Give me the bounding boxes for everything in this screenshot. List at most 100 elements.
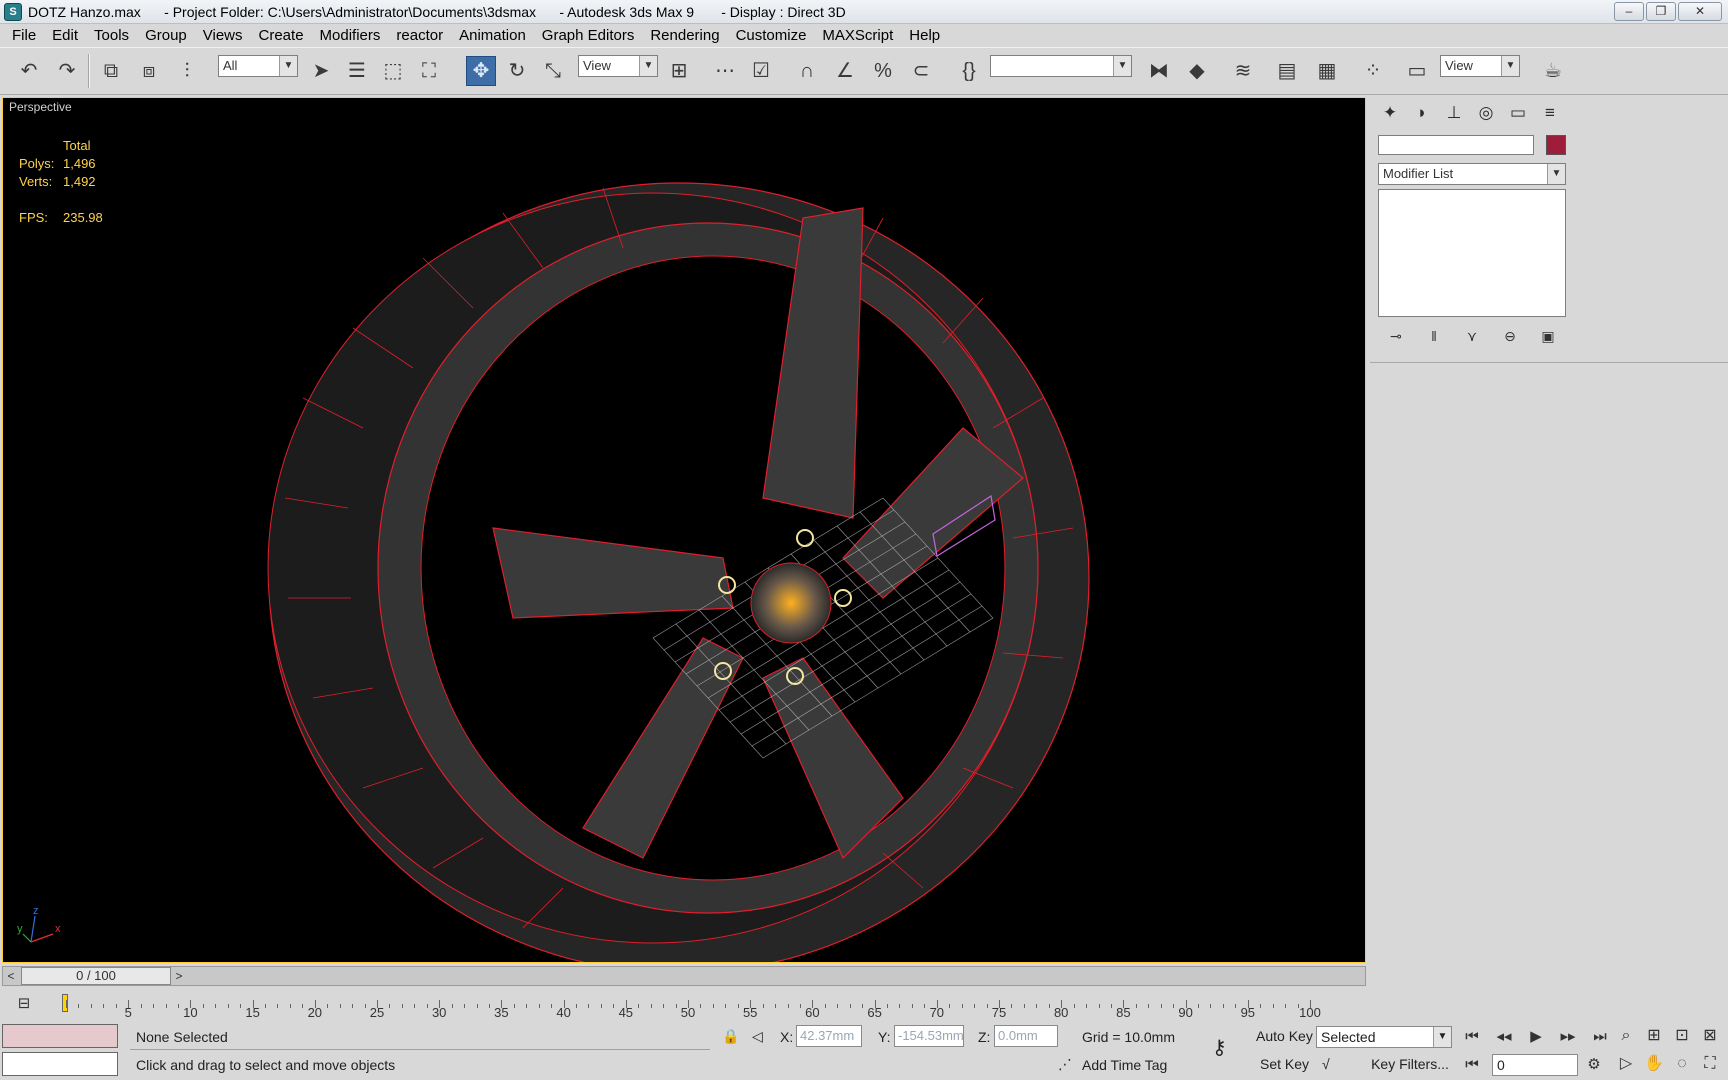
curve-editor-icon[interactable]: ▤ [1272, 56, 1302, 86]
material-editor-icon[interactable]: ⁘ [1358, 56, 1388, 86]
motion-tab-icon[interactable]: ◎ [1472, 101, 1500, 127]
utilities-tab-icon[interactable]: ≡ [1536, 101, 1564, 127]
menu-views[interactable]: Views [195, 24, 251, 47]
time-slider-next[interactable]: > [171, 967, 187, 985]
configure-modifier-sets-icon[interactable]: ▣ [1536, 325, 1560, 347]
y-coord-input[interactable]: -154.53mm [894, 1025, 964, 1047]
zoom-extents-all-icon[interactable]: ⊠ [1698, 1024, 1722, 1048]
close-button[interactable]: ✕ [1678, 2, 1722, 21]
time-slider-prev[interactable]: < [3, 967, 19, 985]
redo-icon[interactable]: ↷ [52, 56, 82, 86]
time-slider-thumb[interactable]: 0 / 100 [21, 967, 171, 985]
selection-filter-dropdown[interactable]: All ▼ [218, 55, 298, 77]
go-to-start-icon[interactable]: ⏮ [1460, 1026, 1484, 1048]
z-coord-input[interactable]: 0.0mm [994, 1025, 1058, 1047]
object-color-swatch[interactable] [1546, 135, 1566, 155]
frame-ruler[interactable]: 5 10 15 20 25 30 35 40 45 50 55 60 65 70 75 80 85 90 95 100 [66, 988, 1321, 1022]
spinner-snap-icon[interactable]: ⋯ [710, 56, 740, 86]
modifier-stack[interactable] [1378, 189, 1566, 317]
x-coord-input[interactable]: 42.37mm [796, 1025, 862, 1047]
set-key-button[interactable]: Set Key [1256, 1052, 1309, 1076]
perspective-viewport[interactable]: x z y Perspective Total Polys: 1,496 Vert… [2, 97, 1366, 963]
window-crossing-icon[interactable]: ⛶ [414, 56, 444, 86]
play-icon[interactable]: ▶ [1524, 1026, 1548, 1048]
angle-snap-icon[interactable]: ∠ [830, 56, 860, 86]
schematic-view-icon[interactable]: ▦ [1312, 56, 1342, 86]
menu-customize[interactable]: Customize [728, 24, 815, 47]
menu-file[interactable]: File [4, 24, 44, 47]
select-and-move-icon[interactable]: ✥ [466, 56, 496, 86]
menu-tools[interactable]: Tools [86, 24, 137, 47]
zoom-extents-icon[interactable]: ⊡ [1670, 1024, 1694, 1048]
rectangular-selection-icon[interactable]: ⬚ [378, 56, 408, 86]
align-icon[interactable]: ◆ [1182, 56, 1212, 86]
bind-space-warp-icon[interactable]: ⫶ [172, 56, 202, 86]
modifier-list-dropdown[interactable]: Modifier List ▼ [1378, 163, 1566, 185]
create-tab-icon[interactable]: ✦ [1376, 101, 1404, 127]
spinner-snap-toggle-icon[interactable]: ⊂ [906, 56, 936, 86]
select-by-name-icon[interactable]: ☰ [342, 56, 372, 86]
quick-render-icon[interactable]: ☕ [1538, 56, 1568, 86]
zoom-all-icon[interactable]: ⊞ [1642, 1024, 1666, 1048]
show-end-result-icon[interactable]: ‖ [1422, 325, 1446, 347]
absolute-mode-icon[interactable]: ◁ [748, 1024, 763, 1048]
time-slider[interactable]: < 0 / 100 > [2, 966, 1366, 986]
remove-modifier-icon[interactable]: ⊖ [1498, 325, 1522, 347]
minimize-button[interactable]: – [1614, 2, 1644, 21]
field-of-view-icon[interactable]: ▷ [1614, 1052, 1638, 1076]
make-unique-icon[interactable]: ⋎ [1460, 325, 1484, 347]
named-selection-dropdown[interactable]: ▼ [990, 55, 1132, 77]
layer-manager-icon[interactable]: ≋ [1228, 56, 1258, 86]
arc-rotate-icon[interactable]: ◌ [1670, 1052, 1694, 1076]
lock-selection-icon[interactable]: 🔒 [718, 1024, 739, 1048]
undo-icon[interactable]: ↶ [14, 56, 44, 86]
maximize-viewport-icon[interactable]: ⛶ [1698, 1052, 1722, 1076]
key-mode-dropdown[interactable]: Selected ▼ [1316, 1026, 1452, 1048]
zoom-icon[interactable]: ⌕ [1614, 1024, 1638, 1048]
restore-button[interactable]: ❐ [1646, 2, 1676, 21]
keyboard-shortcut-override-icon[interactable]: ☑ [746, 56, 776, 86]
app-icon[interactable]: S [4, 2, 22, 21]
default-tangent-icon[interactable]: √ [1318, 1052, 1330, 1076]
snaps-toggle-icon[interactable]: ∩ [792, 56, 822, 86]
menu-group[interactable]: Group [137, 24, 195, 47]
select-and-rotate-icon[interactable]: ↻ [502, 56, 532, 86]
object-name-field[interactable] [1378, 135, 1534, 155]
select-and-link-icon[interactable]: ⧉ [96, 56, 126, 86]
current-frame-field[interactable]: 0 [1492, 1054, 1578, 1076]
percent-snap-icon[interactable]: % [868, 56, 898, 86]
open-mini-curve-editor-icon[interactable]: ⊟ [12, 994, 36, 1016]
key-mode-toggle-icon[interactable]: ⏮ [1460, 1054, 1484, 1076]
menu-maxscript[interactable]: MAXScript [814, 24, 901, 47]
select-object-icon[interactable]: ➤ [306, 56, 336, 86]
menu-edit[interactable]: Edit [44, 24, 86, 47]
modify-tab-icon[interactable]: ◗ [1408, 101, 1436, 127]
track-bar[interactable]: ⊟ 5 10 15 20 25 30 35 40 45 50 55 60 65 70 75 80 85 90 95 1… [0, 988, 1370, 1022]
edit-named-selection-icon[interactable]: {} [954, 56, 984, 86]
pivot-center-icon[interactable]: ⊞ [664, 56, 694, 86]
next-frame-icon[interactable]: ▸▸ [1556, 1026, 1580, 1048]
menu-modifiers[interactable]: Modifiers [312, 24, 389, 47]
reference-coord-dropdown[interactable]: View ▼ [578, 55, 658, 77]
menu-graph-editors[interactable]: Graph Editors [534, 24, 643, 47]
pan-view-icon[interactable]: ✋ [1642, 1052, 1666, 1076]
pin-stack-icon[interactable]: ⊸ [1384, 325, 1408, 347]
key-filters-button[interactable]: Key Filters... [1362, 1052, 1458, 1076]
set-keys-icon[interactable]: ⚷ [1208, 1036, 1227, 1060]
add-time-tag-button[interactable]: Add Time Tag [1082, 1054, 1167, 1076]
previous-frame-icon[interactable]: ◂◂ [1492, 1026, 1516, 1048]
menu-rendering[interactable]: Rendering [642, 24, 727, 47]
select-and-scale-icon[interactable]: ⤡ [538, 56, 568, 86]
render-scene-icon[interactable]: ▭ [1402, 56, 1432, 86]
time-configuration-icon[interactable]: ⚙ [1582, 1054, 1606, 1076]
viewport-label[interactable]: Perspective [9, 100, 72, 114]
unlink-selection-icon[interactable]: ⧈ [134, 56, 164, 86]
menu-help[interactable]: Help [901, 24, 948, 47]
viewport-tooltip-icon[interactable]: ⋰ [1054, 1052, 1072, 1076]
menu-reactor[interactable]: reactor [388, 24, 451, 47]
maxscript-listener-mini[interactable] [2, 1024, 118, 1048]
menu-animation[interactable]: Animation [451, 24, 534, 47]
mirror-icon[interactable]: ⧓ [1144, 56, 1174, 86]
menu-create[interactable]: Create [251, 24, 312, 47]
go-to-end-icon[interactable]: ⏭ [1588, 1026, 1612, 1048]
